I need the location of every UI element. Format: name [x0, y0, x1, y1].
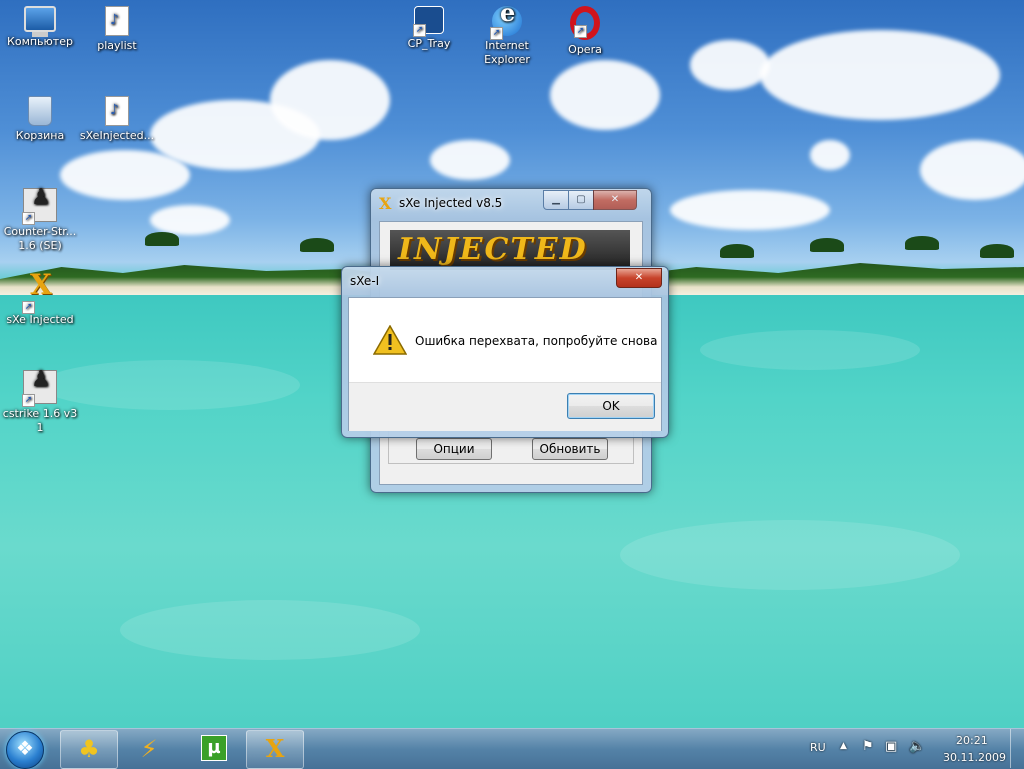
desktop-icon-label: Opera: [568, 43, 602, 56]
palm-tree: [980, 244, 1014, 258]
window-title: sXe Injected v8.5: [399, 196, 503, 210]
palm-tree: [720, 244, 754, 258]
clock-time[interactable]: 20:21: [956, 734, 988, 747]
document-icon: [105, 6, 129, 36]
error-dialog[interactable]: sXe-I ✕ Ошибка перехвата, попробуйте сно…: [341, 266, 669, 438]
palm-tree: [145, 232, 179, 246]
opera-icon: [570, 6, 600, 40]
palm-tree: [810, 238, 844, 252]
sxe-icon: X: [265, 734, 285, 763]
dialog-close-button[interactable]: ✕: [616, 268, 662, 288]
update-button-label: Обновить: [539, 442, 601, 456]
dialog-title: sXe-I: [350, 274, 380, 288]
options-button-label: Опции: [433, 442, 475, 456]
close-icon: ✕: [634, 272, 644, 283]
clock-date[interactable]: 30.11.2009: [943, 751, 1006, 764]
desktop-icon-computer[interactable]: Компьютер: [0, 0, 80, 49]
counter-strike-icon: [22, 370, 57, 407]
cloud: [920, 140, 1024, 200]
taskbar-item-app-yellow[interactable]: ♣: [60, 730, 118, 769]
volume-icon[interactable]: 🔈: [909, 739, 925, 754]
cloud: [760, 30, 1000, 120]
desktop-icon-sxeinjected-folder[interactable]: sXeInjected...: [77, 90, 157, 143]
counter-strike-icon: [22, 188, 57, 225]
desktop-icon-opera[interactable]: Opera: [545, 0, 625, 57]
sxe-banner-logo: INJECTED: [398, 232, 588, 267]
minimize-icon: ▁: [552, 194, 560, 205]
start-button[interactable]: [6, 731, 44, 769]
desktop-icon-label: CP_Tray: [407, 37, 451, 50]
cloud: [690, 40, 770, 90]
dialog-client: Ошибка перехвата, попробуйте снова OK: [348, 297, 662, 431]
sxe-setup-icon: [105, 96, 129, 126]
desktop-icon-label: sXe Injected: [6, 313, 74, 326]
action-center-icon[interactable]: ⚑: [862, 739, 874, 754]
desktop-icon-cstrike[interactable]: cstrike 1.6 v31: [0, 364, 80, 435]
palm-tree: [905, 236, 939, 250]
close-button[interactable]: ✕: [593, 190, 637, 210]
ok-button-label: OK: [602, 399, 620, 413]
warning-icon: [373, 325, 407, 355]
taskbar: ♣ ⚡ µ X RU ▲ ⚑ ▣ 🔈 20:21 30.11.2009: [0, 728, 1024, 769]
taskbar-item-utorrent[interactable]: µ: [184, 730, 242, 769]
water-ripple: [700, 330, 920, 370]
water-ripple: [120, 600, 420, 660]
sxe-icon: [22, 278, 56, 314]
desktop-icon-cp-tray[interactable]: CP_Tray: [389, 0, 469, 51]
close-icon: ✕: [610, 194, 620, 205]
utorrent-icon: µ: [201, 735, 227, 761]
desktop-icon-label: Компьютер: [7, 35, 73, 48]
computer-icon: [24, 6, 56, 37]
maximize-button[interactable]: ▢: [568, 190, 594, 210]
taskbar-item-winamp[interactable]: ⚡: [120, 730, 178, 769]
error-message: Ошибка перехвата, попробуйте снова: [415, 334, 658, 348]
cloud: [430, 140, 510, 180]
ok-button[interactable]: OK: [567, 393, 655, 419]
water-ripple: [620, 520, 960, 590]
show-hidden-icon[interactable]: ▲: [840, 741, 847, 751]
desktop-icon-sxe-injected[interactable]: sXe Injected: [0, 272, 80, 327]
show-desktop-button[interactable]: [1010, 729, 1024, 768]
maximize-icon: ▢: [576, 194, 586, 205]
cloud: [670, 190, 830, 230]
game-icon: ♣: [78, 735, 100, 763]
desktop-icon-label: Корзина: [15, 129, 65, 142]
desktop-icon-playlist[interactable]: playlist: [77, 0, 157, 53]
desktop-icon-internet-explorer[interactable]: Internet Explorer: [467, 0, 547, 67]
update-button[interactable]: Обновить: [532, 438, 608, 460]
options-button[interactable]: Опции: [416, 438, 492, 460]
desktop-icon-label: Counter-Str... 1.6 (SE): [3, 225, 77, 252]
winamp-icon: ⚡: [140, 735, 158, 763]
minimize-button[interactable]: ▁: [543, 190, 569, 210]
taskbar-item-sxe-injected[interactable]: X: [246, 730, 304, 769]
palm-tree: [300, 238, 334, 252]
cloud: [150, 205, 230, 235]
desktop-icon-label: sXeInjected...: [79, 129, 155, 142]
desktop-icon-counter-strike-se[interactable]: Counter-Str... 1.6 (SE): [0, 182, 80, 253]
cp-tray-icon: [413, 6, 444, 37]
desktop[interactable]: Компьютер playlist Корзина sXeInjected..…: [0, 0, 1024, 728]
recycle-bin-icon: [28, 96, 52, 126]
cloud: [270, 60, 390, 140]
desktop-icon-label: playlist: [97, 39, 137, 52]
sxe-banner: INJECTED: [390, 230, 630, 270]
cloud: [810, 140, 850, 170]
internet-explorer-icon: [490, 6, 522, 40]
network-icon[interactable]: ▣: [885, 739, 897, 754]
cloud: [550, 60, 660, 130]
desktop-icon-recycle-bin[interactable]: Корзина: [0, 90, 80, 143]
sxe-icon: X: [379, 194, 392, 213]
desktop-icon-label: cstrike 1.6 v31: [2, 407, 78, 434]
desktop-icon-label: Internet Explorer: [484, 39, 530, 66]
language-indicator[interactable]: RU: [810, 741, 826, 754]
